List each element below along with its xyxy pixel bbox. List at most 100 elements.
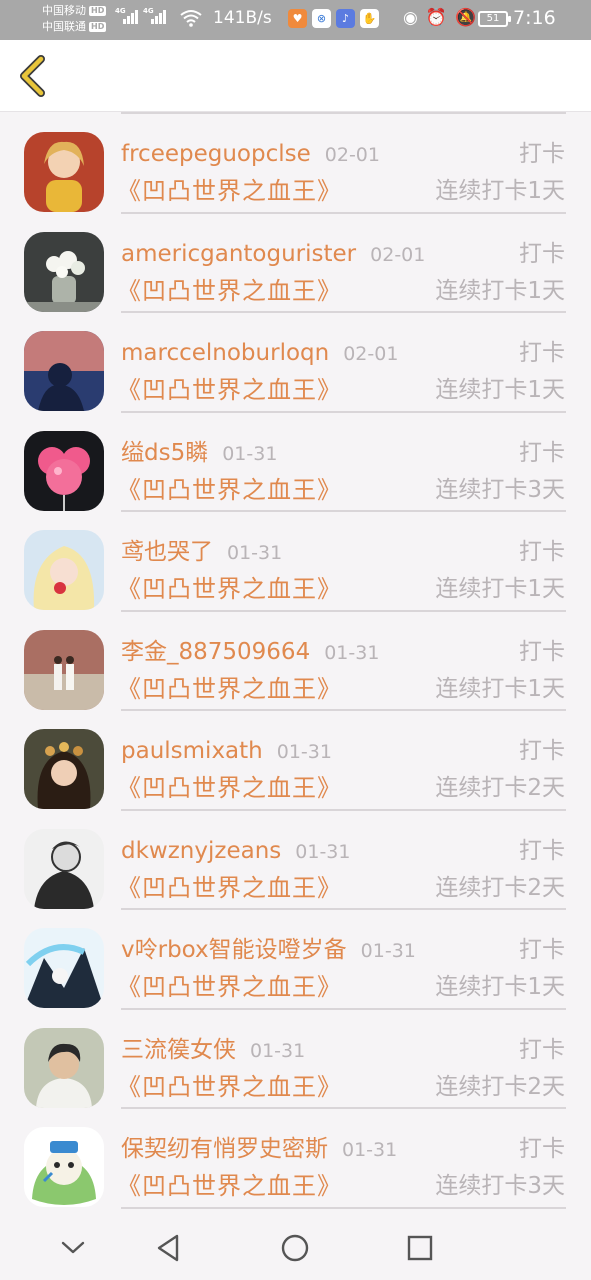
checkin-date: 01-31 xyxy=(342,1139,398,1161)
avatar[interactable] xyxy=(24,331,104,411)
checkin-label: 打卡 xyxy=(519,539,565,565)
triangle-back-icon xyxy=(157,1234,179,1262)
avatar[interactable] xyxy=(24,231,104,312)
checkin-label: 打卡 xyxy=(519,937,565,963)
nav-home-button[interactable] xyxy=(277,1230,313,1266)
user-name: paulsmixath 01-31 xyxy=(121,736,332,767)
streak-label: 连续打卡3天 xyxy=(435,1173,565,1199)
alarm-icon: ⏰ xyxy=(425,8,448,28)
streak-label: 连续打卡1天 xyxy=(435,277,565,304)
list-item[interactable]: v呤rbox智能设噔岁备 01-31 打卡《凹凸世界之血王》 连续打卡1天 xyxy=(0,910,591,1010)
avatar[interactable] xyxy=(24,828,104,909)
back-arrow-icon xyxy=(20,55,45,97)
square-recents-icon xyxy=(407,1235,433,1261)
streak-label: 连续打卡1天 xyxy=(435,576,565,602)
streak-label: 连续打卡1天 xyxy=(435,377,565,403)
checkin-label: 打卡 xyxy=(519,837,565,864)
chevron-down-icon xyxy=(61,1241,85,1254)
streak-label: 连续打卡2天 xyxy=(435,1073,565,1100)
list-item[interactable]: paulsmixath 01-31 打卡 《凹凸世界之血王》 连续打卡2天 xyxy=(0,711,591,811)
book-title[interactable]: 《凹凸世界之血王》 xyxy=(117,275,342,307)
carrier-1: 中国移动 xyxy=(42,4,86,17)
checkin-date: 01-31 xyxy=(360,940,416,962)
checkin-label: 打卡 xyxy=(519,638,565,665)
checkin-date: 01-31 xyxy=(250,1039,306,1062)
avatar[interactable] xyxy=(24,530,104,610)
list-item[interactable]: marccelnoburloqn 02-01 打卡 《凹凸世界之血王》 连续打卡1天 xyxy=(0,313,591,413)
signal-icon: 4G xyxy=(115,7,138,24)
user-name-text: dkwznyjzeans xyxy=(121,837,282,864)
bell-off-icon: 🔕 xyxy=(455,8,477,28)
network-speed: 141B/s xyxy=(213,8,272,28)
eye-icon: ◉ xyxy=(403,8,418,28)
user-name: 保契纫有悄罗史密斯 01-31 xyxy=(121,1134,397,1165)
wifi-icon xyxy=(180,10,202,27)
checkin-date: 02-01 xyxy=(370,243,426,266)
user-name-text: marccelnoburloqn xyxy=(121,340,330,366)
list-item[interactable]: 李金_887509664 01-31 打卡《凹凸世界之血王》 连续打卡1天 xyxy=(0,612,591,711)
checkin-label: 打卡 xyxy=(519,240,565,267)
avatar[interactable] xyxy=(24,629,104,710)
streak-label: 连续打卡1天 xyxy=(435,974,565,1000)
checkin-date: 02-01 xyxy=(343,343,399,365)
app-header xyxy=(0,40,591,112)
app-notification-icon: ♥ xyxy=(288,9,307,28)
book-title[interactable]: 《凹凸世界之血王》 xyxy=(117,474,342,506)
user-name: 三流篌女侠 01-31 xyxy=(121,1035,305,1066)
back-button[interactable] xyxy=(12,54,52,98)
signal-icons: 4G 4G xyxy=(115,7,166,24)
user-name: frceepeguopclse 02-01 xyxy=(121,139,380,170)
checkin-date: 02-01 xyxy=(324,144,380,166)
nav-back-button[interactable] xyxy=(150,1230,186,1266)
book-title[interactable]: 《凹凸世界之血王》 xyxy=(117,175,342,207)
list-item[interactable]: 保契纫有悄罗史密斯 01-31 打卡《凹凸世界之血王》 连续打卡3天 xyxy=(0,1109,591,1209)
checkin-label: 打卡 xyxy=(519,141,565,167)
user-name-text: v呤rbox智能设噔岁备 xyxy=(121,937,347,963)
clock: 7:16 xyxy=(513,7,556,29)
checkin-label: 打卡 xyxy=(519,1136,565,1162)
nav-hide-button[interactable] xyxy=(55,1230,91,1266)
book-title[interactable]: 《凹凸世界之血王》 xyxy=(117,772,342,804)
circle-home-icon xyxy=(281,1234,309,1262)
book-title[interactable]: 《凹凸世界之血王》 xyxy=(117,1170,342,1202)
status-bar: 中国移动 HD 中国联通 HD 4G 4G 141B/s ♥ ⊗ ♪ ✋ ◉ ⏰ 🔕… xyxy=(0,0,591,40)
carrier-2: 中国联通 xyxy=(42,20,86,33)
book-title[interactable]: 《凹凸世界之血王》 xyxy=(117,1071,342,1103)
streak-label: 连续打卡1天 xyxy=(435,675,565,702)
avatar[interactable] xyxy=(24,928,104,1008)
user-name-text: 缢ds5瞵 xyxy=(121,439,209,466)
avatar[interactable] xyxy=(24,430,104,511)
user-name: 鸢也哭了 01-31 xyxy=(121,537,282,568)
avatar[interactable] xyxy=(24,132,104,212)
user-name: 缢ds5瞵 01-31 xyxy=(121,438,277,469)
signal-icon: 4G xyxy=(143,7,166,24)
user-name-text: frceepeguopclse xyxy=(121,141,311,167)
book-title[interactable]: 《凹凸世界之血王》 xyxy=(117,573,342,605)
book-title[interactable]: 《凹凸世界之血王》 xyxy=(117,374,342,406)
avatar[interactable] xyxy=(24,729,104,809)
user-name-text: 三流篌女侠 xyxy=(121,1036,236,1063)
book-title[interactable]: 《凹凸世界之血王》 xyxy=(117,872,342,904)
checkin-label: 打卡 xyxy=(519,439,565,466)
list-item[interactable]: 三流篌女侠 01-31 打卡 《凹凸世界之血王》 连续打卡2天 xyxy=(0,1010,591,1109)
user-name-text: americgantogurister xyxy=(121,240,357,267)
user-name-text: 鸢也哭了 xyxy=(121,539,213,565)
user-name-text: paulsmixath xyxy=(121,738,263,764)
avatar[interactable] xyxy=(24,1027,104,1108)
list-item[interactable]: 鸢也哭了 01-31 打卡《凹凸世界之血王》 连续打卡1天 xyxy=(0,512,591,612)
user-name: 李金_887509664 01-31 xyxy=(121,637,379,668)
notification-icons: ♥ ⊗ ♪ ✋ xyxy=(288,9,379,28)
list-item[interactable]: americgantogurister 02-01 打卡《凹凸世界之血王》 连续打卡1… xyxy=(0,214,591,313)
book-title[interactable]: 《凹凸世界之血王》 xyxy=(117,971,342,1003)
streak-label: 连续打卡2天 xyxy=(435,775,565,801)
book-title[interactable]: 《凹凸世界之血王》 xyxy=(117,673,342,705)
divider xyxy=(121,1206,566,1209)
avatar[interactable] xyxy=(24,1127,104,1207)
hand-icon: ✋ xyxy=(360,9,379,28)
list-item[interactable]: frceepeguopclse 02-01 打卡 《凹凸世界之血王》 连续打卡1天 xyxy=(0,114,591,214)
list-item[interactable]: 缢ds5瞵 01-31 打卡 《凹凸世界之血王》 连续打卡3天 xyxy=(0,413,591,512)
user-name: dkwznyjzeans 01-31 xyxy=(121,836,350,867)
nav-recents-button[interactable] xyxy=(402,1230,438,1266)
system-nav-bar xyxy=(0,1216,591,1280)
list-item[interactable]: dkwznyjzeans 01-31 打卡 《凹凸世界之血王》 连续打卡2天 xyxy=(0,811,591,910)
